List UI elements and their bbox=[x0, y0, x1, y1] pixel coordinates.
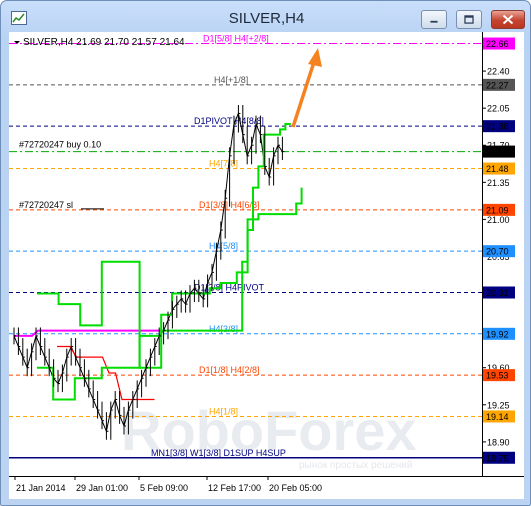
price-chart[interactable]: RoboForex рынок простых решений D1[5/8] … bbox=[9, 32, 524, 499]
watermark: RoboForex рынок простых решений bbox=[121, 399, 417, 471]
x-tick-label: 29 Jan 01:00 bbox=[76, 483, 128, 493]
x-tick-label: 5 Feb 09:00 bbox=[140, 483, 188, 493]
price-tag-label: 19.92 bbox=[486, 329, 509, 339]
price-tag-label: 21.48 bbox=[486, 164, 509, 174]
y-tick-label: 19.25 bbox=[487, 400, 510, 410]
chart-header: SILVER,H4 21.69 21.70 21.57 21.64 bbox=[14, 37, 185, 48]
level-label: H4[3/8] bbox=[209, 324, 238, 334]
level-label: H4[1/8] bbox=[209, 406, 238, 416]
minimize-button[interactable] bbox=[421, 10, 447, 29]
minimize-icon bbox=[430, 20, 438, 23]
close-button[interactable] bbox=[491, 10, 525, 29]
price-tag-label: 18.75 bbox=[486, 453, 509, 463]
level-label: D1[1/8] H4[2/8] bbox=[199, 365, 260, 375]
order-sl-label[interactable]: #72720247 sl bbox=[19, 200, 73, 210]
title-bar[interactable]: SILVER,H4 bbox=[1, 1, 531, 35]
level-label: H4[5/8] bbox=[209, 241, 238, 251]
price-tag-label: 21.88 bbox=[486, 122, 509, 132]
order-buy-label[interactable]: #72720247 buy 0.10 bbox=[19, 140, 101, 150]
price-tag-label: 21.09 bbox=[486, 205, 509, 215]
maximize-icon bbox=[464, 15, 474, 24]
level-label: D1[2/8] H4PIVOT bbox=[194, 282, 265, 292]
level-label: D1PIVOT H4[8/8] bbox=[194, 116, 264, 126]
level-label: D1[5/8] H4[+2/8] bbox=[203, 34, 269, 44]
close-icon bbox=[502, 14, 514, 25]
price-tag-label: 19.53 bbox=[486, 371, 509, 381]
x-tick-label: 12 Feb 17:00 bbox=[208, 483, 261, 493]
y-tick-label: 21.00 bbox=[487, 215, 510, 225]
price-tag-label: 20.70 bbox=[486, 247, 509, 257]
price-tag-label: 22.66 bbox=[486, 39, 509, 49]
price-tag-label: 19.14 bbox=[486, 412, 509, 422]
chart-header-text: SILVER,H4 21.69 21.70 21.57 21.64 bbox=[23, 37, 185, 48]
watermark-tagline: рынок простых решений bbox=[299, 460, 412, 471]
x-tick-label: 21 Jan 2014 bbox=[16, 483, 66, 493]
y-tick-label: 22.05 bbox=[487, 104, 510, 114]
chart-window: SILVER,H4 RoboForex рынок простых решени… bbox=[0, 0, 531, 506]
price-tag-label: 22.27 bbox=[486, 80, 509, 90]
level-label: H4[+1/8] bbox=[214, 75, 248, 85]
y-tick-label: 18.90 bbox=[487, 437, 510, 447]
x-tick-label: 20 Feb 05:00 bbox=[269, 483, 322, 493]
y-tick-label: 21.35 bbox=[487, 178, 510, 188]
price-tag-label: 21.64 bbox=[486, 147, 509, 157]
maximize-button[interactable] bbox=[456, 10, 482, 29]
price-tag-label: 20.31 bbox=[486, 288, 509, 298]
y-tick-label: 22.40 bbox=[487, 67, 510, 77]
window-title: SILVER,H4 bbox=[228, 10, 305, 27]
level-label: MN1[3/8] W1[3/8] D1SUP H4SUP bbox=[151, 448, 286, 458]
